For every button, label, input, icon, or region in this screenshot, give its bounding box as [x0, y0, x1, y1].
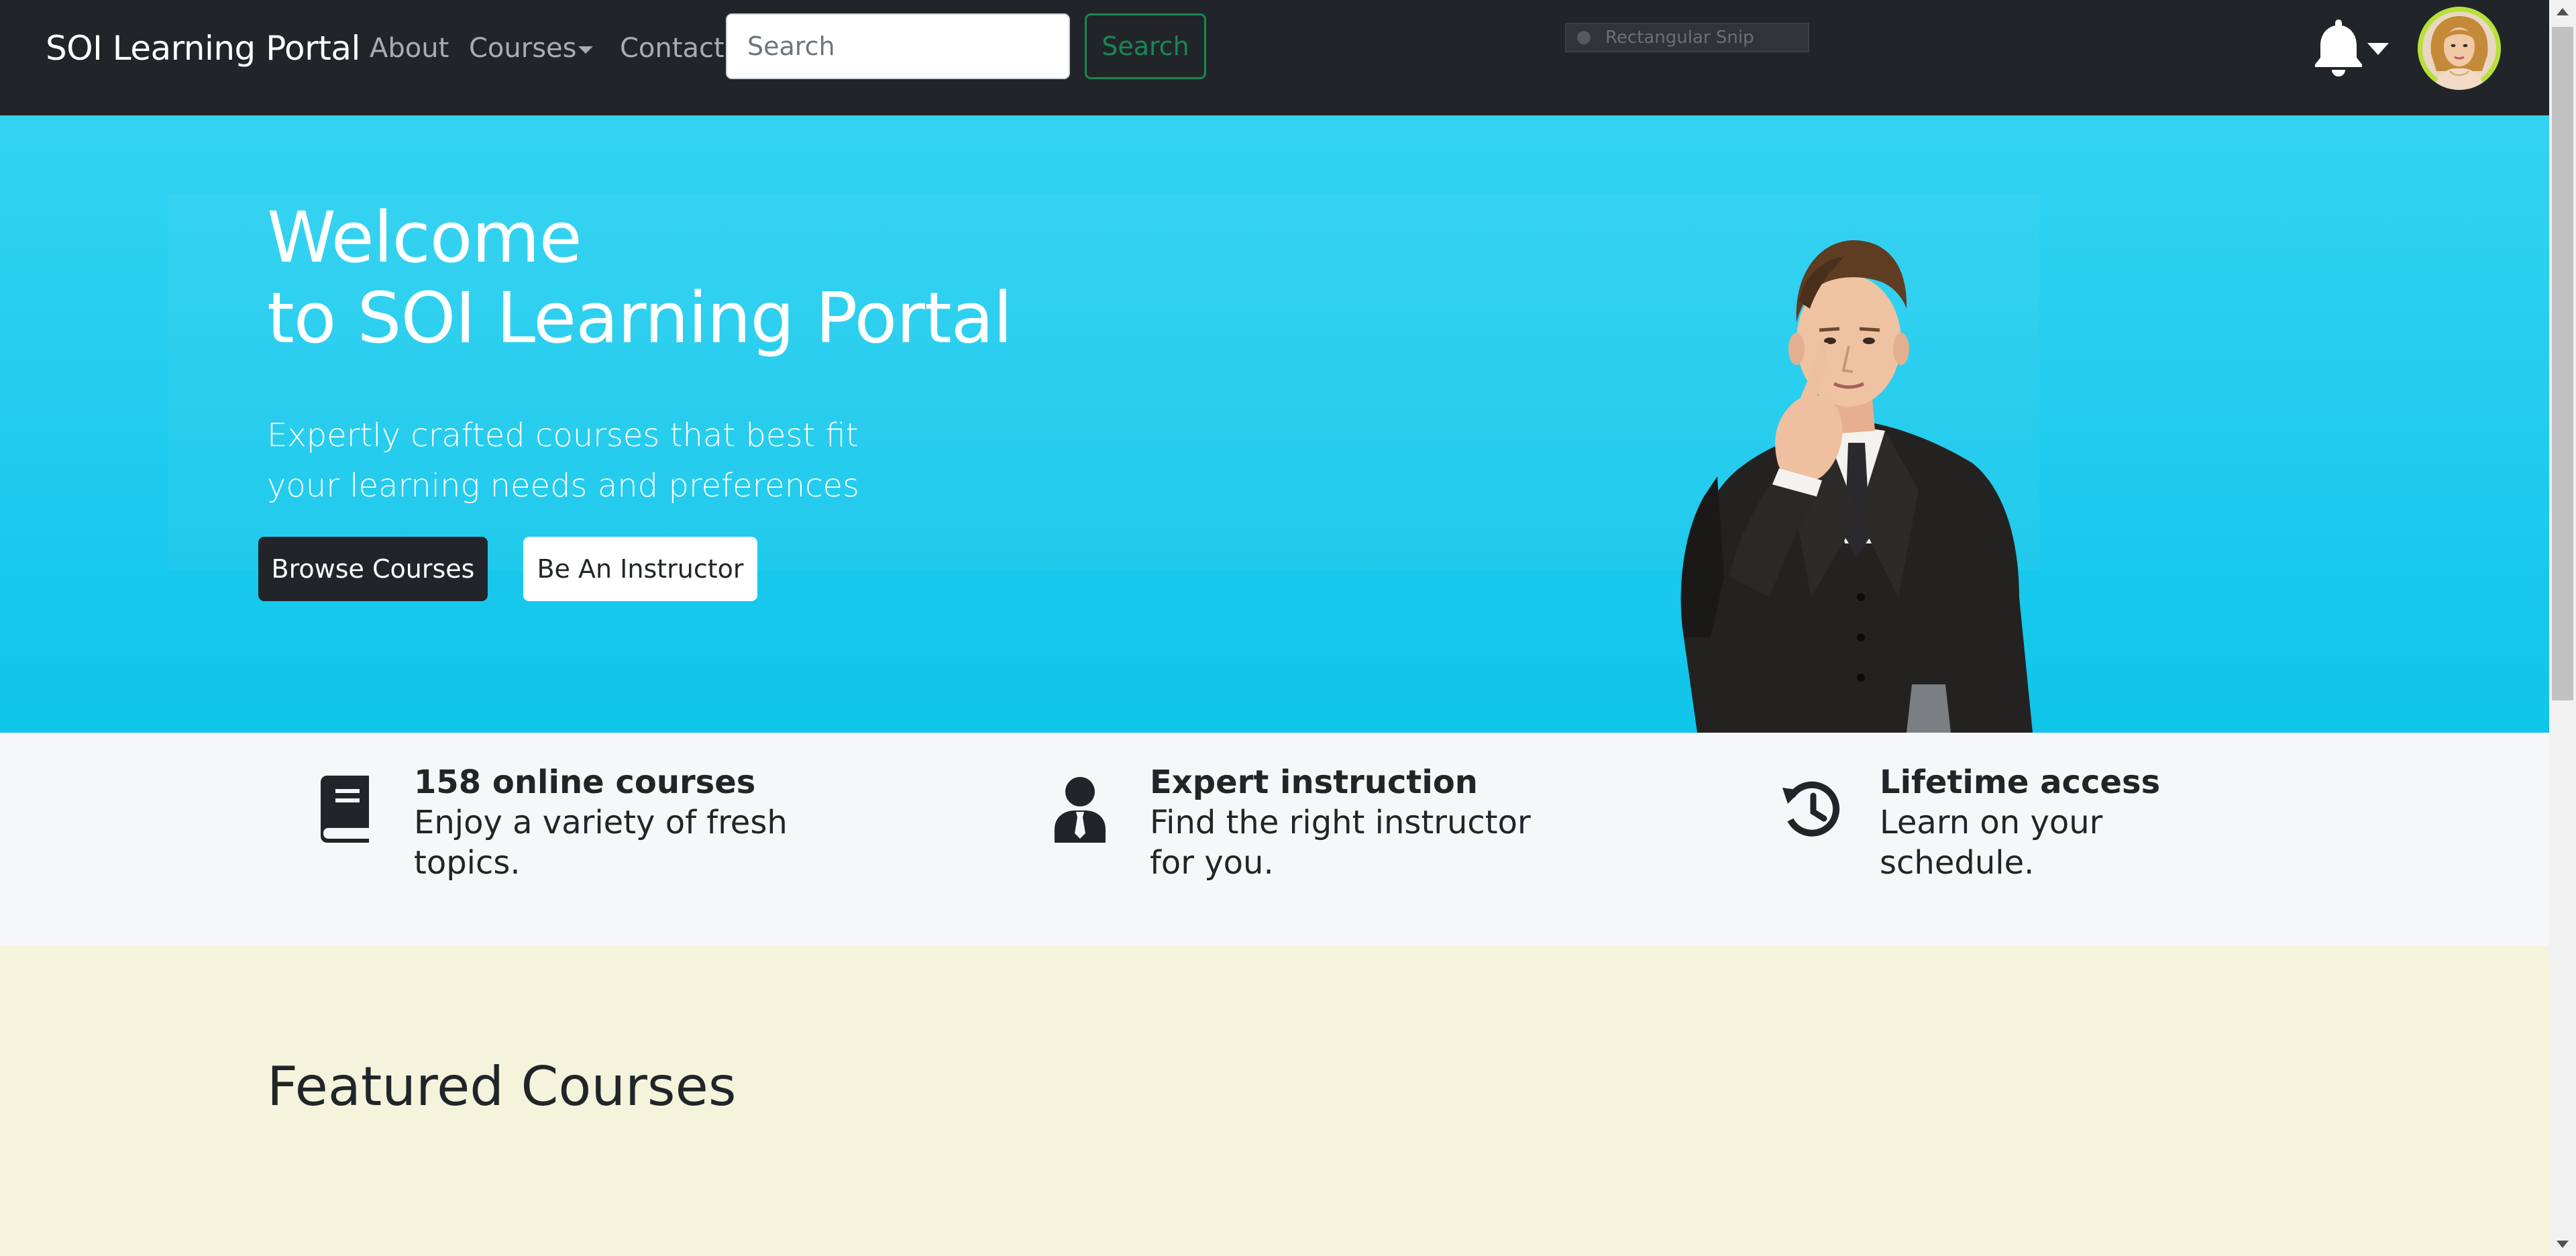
feature-instruction-title: Expert instruction	[1150, 764, 1478, 801]
feature-lifetime-text: Lifetime access Learn on your schedule.	[1880, 762, 2309, 883]
search-button[interactable]: Search	[1085, 13, 1206, 79]
features-strip: 158 online courses Enjoy a variety of fr…	[0, 733, 2549, 946]
hero-title: Welcome to SOI Learning Portal	[267, 197, 1012, 358]
hero-subtitle-line2: your learning needs and preferences	[267, 467, 860, 505]
feature-instruction-desc-line2: for you.	[1150, 844, 1274, 882]
feature-courses-text: 158 online courses Enjoy a variety of fr…	[414, 762, 843, 883]
book-icon	[321, 776, 369, 843]
feature-lifetime-desc-line1: Learn on your	[1880, 804, 2103, 841]
hero-subtitle-line1: Expertly crafted courses that best fit	[267, 417, 859, 454]
hero-section: Welcome to SOI Learning Portal Expertly …	[0, 115, 2549, 733]
user-avatar[interactable]	[2418, 7, 2501, 90]
feature-courses-title: 158 online courses	[414, 764, 756, 801]
nav-link-contact[interactable]: Contact	[620, 31, 724, 66]
page-scrollbar[interactable]	[2549, 0, 2576, 1256]
hero-subtitle: Expertly crafted courses that best fit y…	[267, 411, 871, 511]
scroll-down-arrow-icon[interactable]	[2557, 1241, 2569, 1248]
hero-title-line1: Welcome	[267, 197, 582, 278]
notification-bell-icon[interactable]	[2310, 19, 2390, 79]
feature-lifetime-title: Lifetime access	[1880, 764, 2161, 801]
rectangular-snip-overlay: Rectangular Snip	[1565, 23, 1809, 52]
feature-instruction-text: Expert instruction Find the right instru…	[1150, 762, 1579, 883]
hero-instructor-figure	[1680, 240, 2033, 733]
user-tie-icon	[1055, 777, 1106, 843]
snip-record-icon	[1577, 31, 1591, 44]
snip-label: Rectangular Snip	[1605, 28, 1754, 48]
search-input[interactable]	[726, 13, 1070, 79]
scrollbar-thumb[interactable]	[2552, 27, 2573, 700]
avatar-portrait-icon	[2418, 7, 2501, 90]
feature-courses-desc-line2: topics.	[414, 844, 521, 882]
history-icon	[1782, 781, 1840, 837]
top-navbar: SOI Learning Portal About Courses Contac…	[0, 0, 2549, 115]
feature-instruction-desc-line1: Find the right instructor	[1150, 804, 1531, 841]
feature-lifetime-desc-line2: schedule.	[1880, 844, 2035, 882]
featured-courses-section: Featured Courses	[0, 946, 2549, 1256]
be-an-instructor-button[interactable]: Be An Instructor	[523, 537, 757, 601]
nav-link-about[interactable]: About	[370, 31, 449, 66]
courses-dropdown-caret-icon[interactable]	[578, 46, 593, 54]
hero-title-line2: to SOI Learning Portal	[267, 277, 1012, 359]
brand-link[interactable]: SOI Learning Portal	[46, 28, 360, 68]
featured-courses-title: Featured Courses	[267, 1055, 737, 1118]
feature-courses-desc-line1: Enjoy a variety of fresh	[414, 804, 788, 841]
browse-courses-button[interactable]: Browse Courses	[258, 537, 488, 601]
scroll-up-arrow-icon[interactable]	[2557, 8, 2569, 15]
nav-link-courses[interactable]: Courses	[469, 31, 577, 66]
